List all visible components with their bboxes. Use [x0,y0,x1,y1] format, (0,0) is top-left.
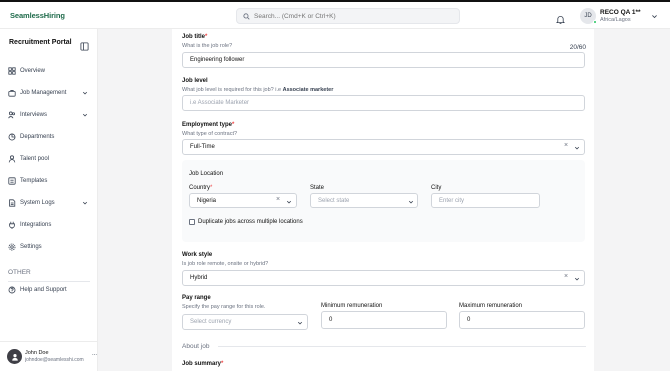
duplicate-jobs-checkbox[interactable]: Duplicate jobs across multiple locations [189,219,303,225]
sidebar-item-label: Departments [20,134,55,140]
users-icon [8,155,16,163]
divider [8,281,90,282]
sidebar-footer[interactable]: John Doe johndoe@seamlesshi.com ... [0,341,98,371]
max-remuneration-input[interactable]: 0 [459,311,585,329]
sidebar-item-departments[interactable]: Departments [8,130,90,144]
checkbox[interactable] [189,219,195,225]
sidebar-item-label: Overview [20,68,46,74]
sidebar-item-label: System Logs [20,200,55,206]
sidebar-item-label: Job Management [20,90,67,96]
people-icon [8,111,16,119]
user-menu[interactable]: JD RECO QA 1** Africa/Lagos [580,7,658,25]
sidebar: Recruitment Portal Overview Job Manageme… [0,29,98,371]
chevron-down-icon[interactable] [82,90,88,98]
employment-type-label: Employment type* [182,122,235,128]
logo[interactable]: SeamlessHiring [10,11,65,20]
divider [218,346,586,347]
sidebar-item-talent-pool[interactable]: Talent pool [8,152,90,166]
employment-type-hint: What type of contract? [182,131,238,137]
job-title-input[interactable]: Engineering follower [182,52,585,68]
sidebar-item-settings[interactable]: Settings [8,240,90,254]
max-remuneration-label: Maximum remuneration [459,303,523,309]
job-form: Job title* What is the job role? 20/60 E… [172,29,594,371]
template-icon [8,177,16,185]
chevron-down-icon[interactable] [82,112,88,120]
sidebar-item-label: Help and Support [20,287,67,293]
sidebar-item-templates[interactable]: Templates [8,174,90,188]
clear-icon[interactable]: × [564,142,568,149]
min-remuneration-input[interactable]: 0 [321,311,447,329]
currency-select[interactable]: Select currency [182,314,308,330]
work-style-label: Work style [182,252,213,258]
job-title-label: Job title* [182,34,208,40]
chevron-down-icon[interactable] [574,145,580,153]
chevron-down-icon[interactable] [82,200,88,208]
duplicate-jobs-label: Duplicate jobs across multiple locations [198,219,303,225]
state-select[interactable]: Select state [310,193,418,208]
sidebar-item-label: Interviews [20,112,48,118]
country-label: Country* [189,185,213,191]
sidebar-item-interviews[interactable]: Interviews [8,108,90,122]
briefcase-icon [8,89,16,97]
footer-user-name: John Doe [25,350,49,356]
sidebar-item-integrations[interactable]: Integrations [8,218,90,232]
job-title-hint: What is the job role? [182,43,233,49]
log-icon [8,199,16,207]
top-bar: SeamlessHiring JD RECO QA 1** Africa/Lag… [0,0,670,29]
job-level-hint: What job level is required for this job?… [182,87,334,93]
chevron-down-icon[interactable] [574,276,580,284]
grid-icon [8,67,16,75]
sidebar-item-help[interactable]: Help and Support [8,283,90,297]
sidebar-item-label: Settings [20,244,42,250]
user-name: RECO QA 1** [600,9,641,17]
plug-icon [8,221,16,229]
search-icon [243,7,250,25]
more-options-icon[interactable]: ... [92,351,97,357]
chevron-down-icon[interactable] [408,199,414,207]
sidebar-item-system-logs[interactable]: System Logs [8,196,90,210]
job-location-label: Job Location [189,171,224,177]
job-level-label: Job level [182,78,208,84]
pay-range-label: Pay range [182,295,211,301]
sidebar-item-overview[interactable]: Overview [8,64,90,78]
city-label: City [431,185,442,191]
chevron-down-icon[interactable] [297,320,303,328]
country-select[interactable]: Nigeria × [189,193,297,208]
sidebar-toggle-icon[interactable] [80,38,89,56]
clear-icon[interactable]: × [564,273,568,280]
about-job-heading: About job [182,343,210,350]
user-avatar-icon [7,349,22,364]
help-icon [8,286,16,294]
footer-user-email: johndoe@seamlesshi.com [25,357,84,363]
job-location-section: Job Location Country* Nigeria × State Se… [182,160,585,242]
clear-icon[interactable]: × [276,196,280,203]
avatar: JD [580,8,597,24]
employment-type-select[interactable]: Full-Time × [182,139,585,155]
search-input[interactable] [254,12,444,20]
sidebar-item-label: Talent pool [20,156,50,162]
search-bar[interactable] [236,8,460,24]
sidebar-item-label: Integrations [20,222,52,228]
online-status-dot [593,20,597,24]
user-location: Africa/Lagos [600,16,631,23]
building-icon [8,133,16,141]
chevron-down-icon[interactable] [286,199,292,207]
work-style-hint: Is job role remote, onsite or hybrid? [182,261,269,267]
chevron-down-icon[interactable] [651,7,658,25]
portal-title: Recruitment Portal [9,39,72,46]
city-input[interactable]: Enter city [431,193,540,208]
state-label: State [310,185,325,191]
char-counter: 20/60 [569,44,586,51]
sidebar-item-label: Templates [20,178,48,184]
gear-icon [8,243,16,251]
job-summary-label: Job summary* [182,361,224,367]
work-style-select[interactable]: Hybrid × [182,270,585,286]
sidebar-item-job-management[interactable]: Job Management [8,86,90,100]
other-section-title: OTHER [8,269,31,276]
pay-range-hint: Specify the pay range for this role. [182,304,266,310]
job-level-input[interactable]: i.e Associate Marketer [182,95,585,111]
bell-icon[interactable] [555,11,566,29]
min-remuneration-label: Minimum remuneration [321,303,383,309]
